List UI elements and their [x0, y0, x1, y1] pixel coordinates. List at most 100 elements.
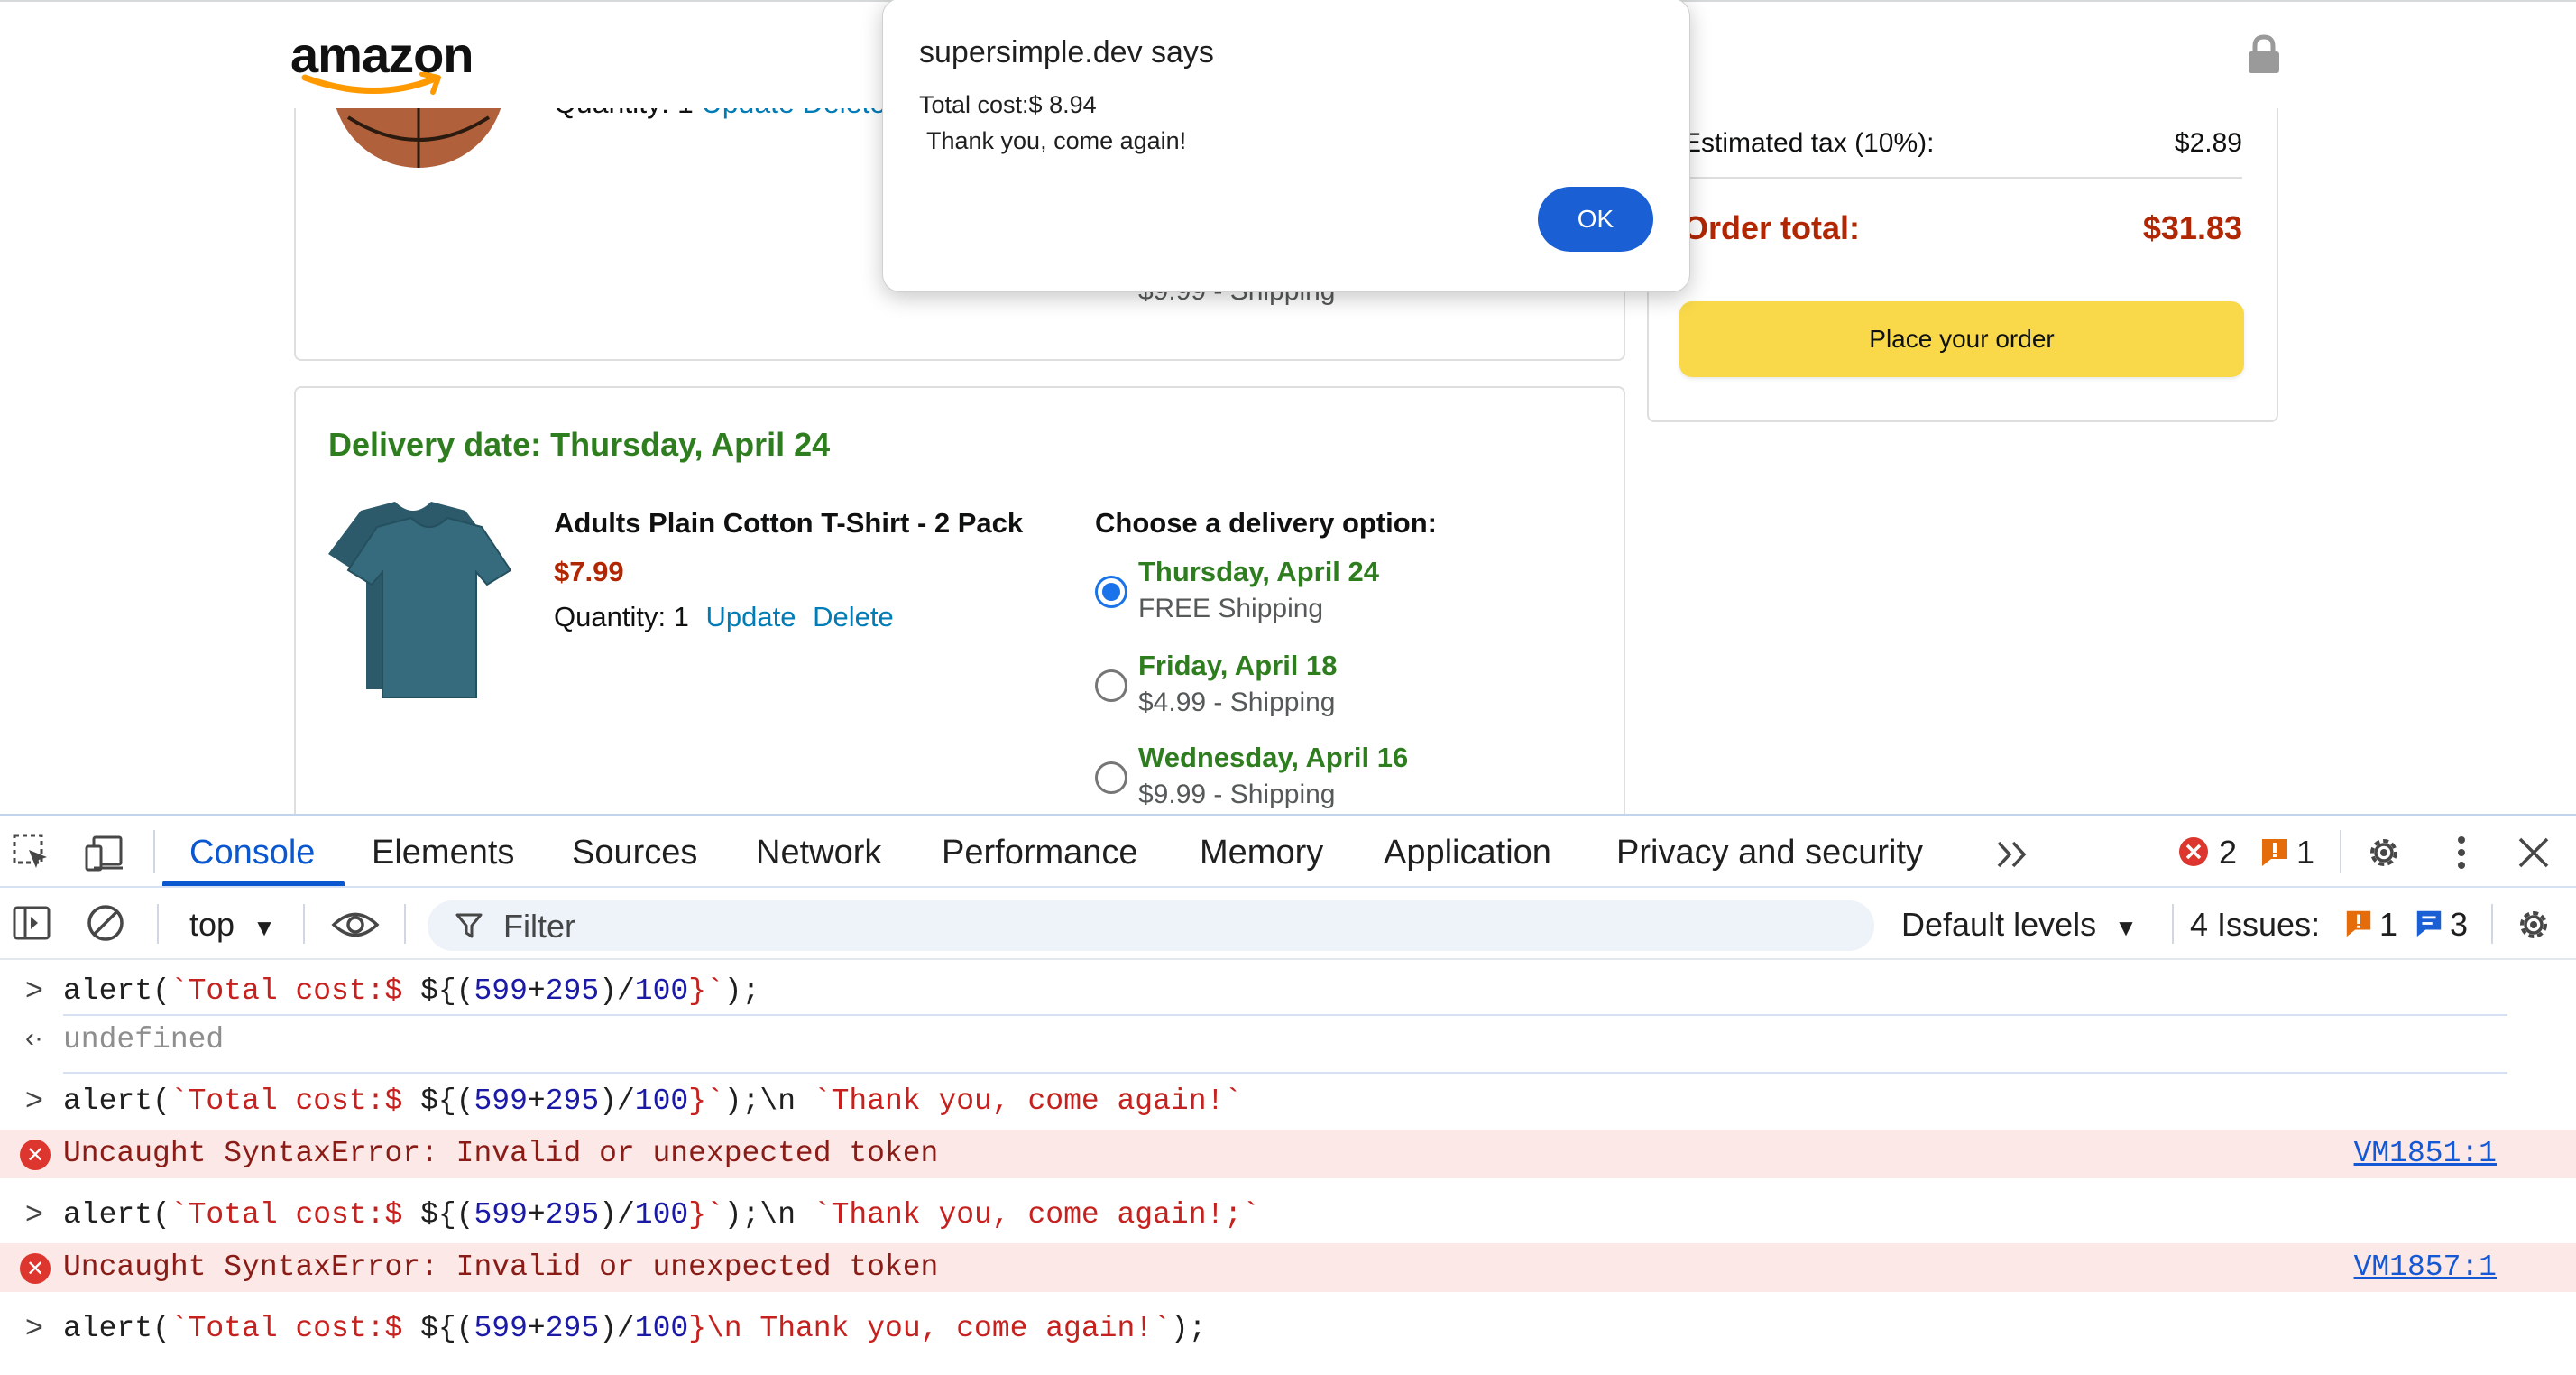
- lock-icon: [2249, 34, 2279, 73]
- console-code-3: alert(`Total cost:$ ${(599+295)/100}`);\…: [63, 1198, 1260, 1232]
- delivery-option-1-date: Thursday, April 24: [1138, 556, 1380, 587]
- error-icon: ✕: [20, 1140, 51, 1170]
- issues-warning-count[interactable]: 1: [2379, 906, 2397, 944]
- delivery-option-3-date: Wednesday, April 16: [1138, 742, 1409, 773]
- tab-sources[interactable]: Sources: [572, 834, 697, 872]
- toolbar-separator-2: [303, 904, 305, 944]
- result-arrow-icon: ‹·: [25, 1023, 43, 1053]
- live-expression-eye-icon[interactable]: [330, 904, 381, 946]
- tab-elements[interactable]: Elements: [372, 834, 514, 872]
- chevron-double-right-icon[interactable]: [1993, 834, 2035, 875]
- input-prompt-icon: >: [25, 1196, 43, 1231]
- console-separator: [63, 1014, 2507, 1016]
- tabbar-separator: [153, 830, 155, 873]
- filter-input[interactable]: Filter: [428, 900, 1874, 951]
- input-prompt-icon: >: [25, 1083, 43, 1117]
- delivery-option-1[interactable]: Thursday, April 24 FREE Shipping: [1095, 556, 1600, 637]
- filter-icon: [455, 913, 483, 938]
- delivery-option-3-radio[interactable]: [1095, 761, 1127, 794]
- amazon-smile-icon: [301, 72, 441, 95]
- warning-count-icon[interactable]: [2259, 835, 2291, 868]
- toolbar-separator-3: [404, 904, 406, 944]
- delivery-option-1-shipping: FREE Shipping: [1138, 594, 1324, 623]
- error-count[interactable]: 2: [2219, 834, 2237, 872]
- issues-info-icon[interactable]: [2414, 908, 2444, 938]
- error-icon: ✕: [20, 1253, 51, 1284]
- estimated-tax-value: $2.89: [2174, 128, 2242, 158]
- console-settings-gear-icon[interactable]: [2513, 904, 2554, 946]
- filter-placeholder: Filter: [503, 908, 575, 945]
- clear-console-icon[interactable]: [85, 902, 126, 944]
- console-error-line-1: ✕ Uncaught SyntaxError: Invalid or unexp…: [0, 1130, 2576, 1178]
- product-quantity-row: Quantity: 1 Update Delete: [554, 601, 903, 633]
- product-price: $7.99: [554, 556, 624, 587]
- inspect-element-icon[interactable]: [11, 832, 52, 873]
- input-prompt-icon: >: [25, 973, 43, 1007]
- device-toolbar-icon[interactable]: [85, 832, 126, 873]
- console-result-undefined: undefined: [63, 1023, 225, 1057]
- order-total-value: $31.83: [2142, 209, 2242, 246]
- tab-console[interactable]: Console: [189, 834, 315, 872]
- console-input-line-2: > alert(`Total cost:$ ${(599+295)/100}`)…: [0, 1081, 2576, 1122]
- console-code-4: alert(`Total cost:$ ${(599+295)/100}\n T…: [63, 1312, 1207, 1345]
- tab-network[interactable]: Network: [756, 834, 881, 872]
- alert-dialog: supersimple.dev says Total cost:$ 8.94 T…: [882, 0, 1690, 292]
- tab-application[interactable]: Application: [1384, 834, 1551, 872]
- close-icon[interactable]: [2513, 832, 2554, 873]
- issues-label[interactable]: 4 Issues:: [2190, 906, 2320, 944]
- console-input-line-4: > alert(`Total cost:$ ${(599+295)/100}\n…: [0, 1308, 2576, 1350]
- toolbar-separator: [157, 904, 159, 944]
- error-message-2: Uncaught SyntaxError: Invalid or unexpec…: [63, 1250, 939, 1284]
- update-link[interactable]: Update: [706, 601, 796, 632]
- delete-link[interactable]: Delete: [813, 601, 894, 632]
- delivery-option-heading: Choose a delivery option:: [1095, 507, 1437, 539]
- tab-privacy-and-security[interactable]: Privacy and security: [1616, 834, 1923, 872]
- delivery-option-2[interactable]: Friday, April 18 $4.99 - Shipping: [1095, 650, 1600, 731]
- devtools-tabbar: Console Elements Sources Network Perform…: [0, 816, 2576, 888]
- devtools-panel: Console Elements Sources Network Perform…: [0, 814, 2576, 1375]
- log-levels-label: Default levels: [1901, 906, 2097, 943]
- console-code-2: alert(`Total cost:$ ${(599+295)/100}`);\…: [63, 1084, 1243, 1118]
- log-levels-dropdown[interactable]: Default levels ▼: [1901, 906, 2138, 944]
- toolbar-separator-4: [2172, 904, 2174, 944]
- delivery-option-3-shipping: $9.99 - Shipping: [1138, 780, 1336, 809]
- delivery-option-1-radio[interactable]: [1095, 576, 1127, 608]
- error-source-link-2[interactable]: VM1857:1: [2354, 1250, 2497, 1284]
- issues-warning-icon[interactable]: [2343, 908, 2374, 938]
- warning-count[interactable]: 1: [2296, 834, 2314, 872]
- summary-divider: [1683, 177, 2242, 179]
- tab-performance[interactable]: Performance: [942, 834, 1138, 872]
- delivery-option-2-radio[interactable]: [1095, 669, 1127, 702]
- sidebar-toggle-icon[interactable]: [11, 902, 52, 944]
- error-count-icon[interactable]: [2177, 835, 2210, 868]
- settings-gear-icon[interactable]: [2363, 832, 2405, 873]
- delivery-option-2-shipping: $4.99 - Shipping: [1138, 688, 1336, 717]
- order-total-label: Order total:: [1683, 209, 1861, 246]
- delivery-option-2-date: Friday, April 18: [1138, 650, 1338, 681]
- context-selector-label: top: [189, 906, 235, 943]
- error-source-link-1[interactable]: VM1851:1: [2354, 1137, 2497, 1170]
- console-error-line-2: ✕ Uncaught SyntaxError: Invalid or unexp…: [0, 1243, 2576, 1292]
- dialog-message-line-2: Thank you, come again!: [926, 127, 1187, 154]
- place-order-button[interactable]: Place your order: [1679, 301, 2244, 377]
- tshirt-image: [328, 502, 511, 698]
- tabbar-separator-2: [2340, 830, 2341, 873]
- console-output[interactable]: > alert(`Total cost:$ ${(599+295)/100}`)…: [0, 964, 2576, 1375]
- tab-memory[interactable]: Memory: [1200, 834, 1323, 872]
- issues-info-count[interactable]: 3: [2450, 906, 2468, 944]
- console-input-line-1: > alert(`Total cost:$ ${(599+295)/100}`)…: [0, 971, 2576, 1012]
- dialog-ok-button[interactable]: OK: [1538, 187, 1653, 252]
- console-input-line-3: > alert(`Total cost:$ ${(599+295)/100}`)…: [0, 1195, 2576, 1236]
- console-toolbar: top ▼ Filter Default levels ▼ 4 Issues: …: [0, 888, 2576, 960]
- delivery-option-3[interactable]: Wednesday, April 16 $9.99 - Shipping: [1095, 742, 1600, 814]
- dialog-title: supersimple.dev says: [919, 35, 1214, 69]
- context-selector[interactable]: top ▼: [189, 906, 276, 944]
- error-message-1: Uncaught SyntaxError: Invalid or unexpec…: [63, 1137, 939, 1170]
- context-dropdown-icon: ▼: [253, 914, 276, 941]
- console-result-line-1: ‹· undefined: [0, 1020, 2576, 1061]
- more-options-icon[interactable]: [2441, 832, 2482, 873]
- product-name: Adults Plain Cotton T-Shirt - 2 Pack: [554, 507, 1024, 539]
- active-tab-indicator: [162, 881, 345, 886]
- log-levels-dropdown-icon: ▼: [2114, 914, 2138, 941]
- dialog-message-line-1: Total cost:$ 8.94: [919, 91, 1097, 118]
